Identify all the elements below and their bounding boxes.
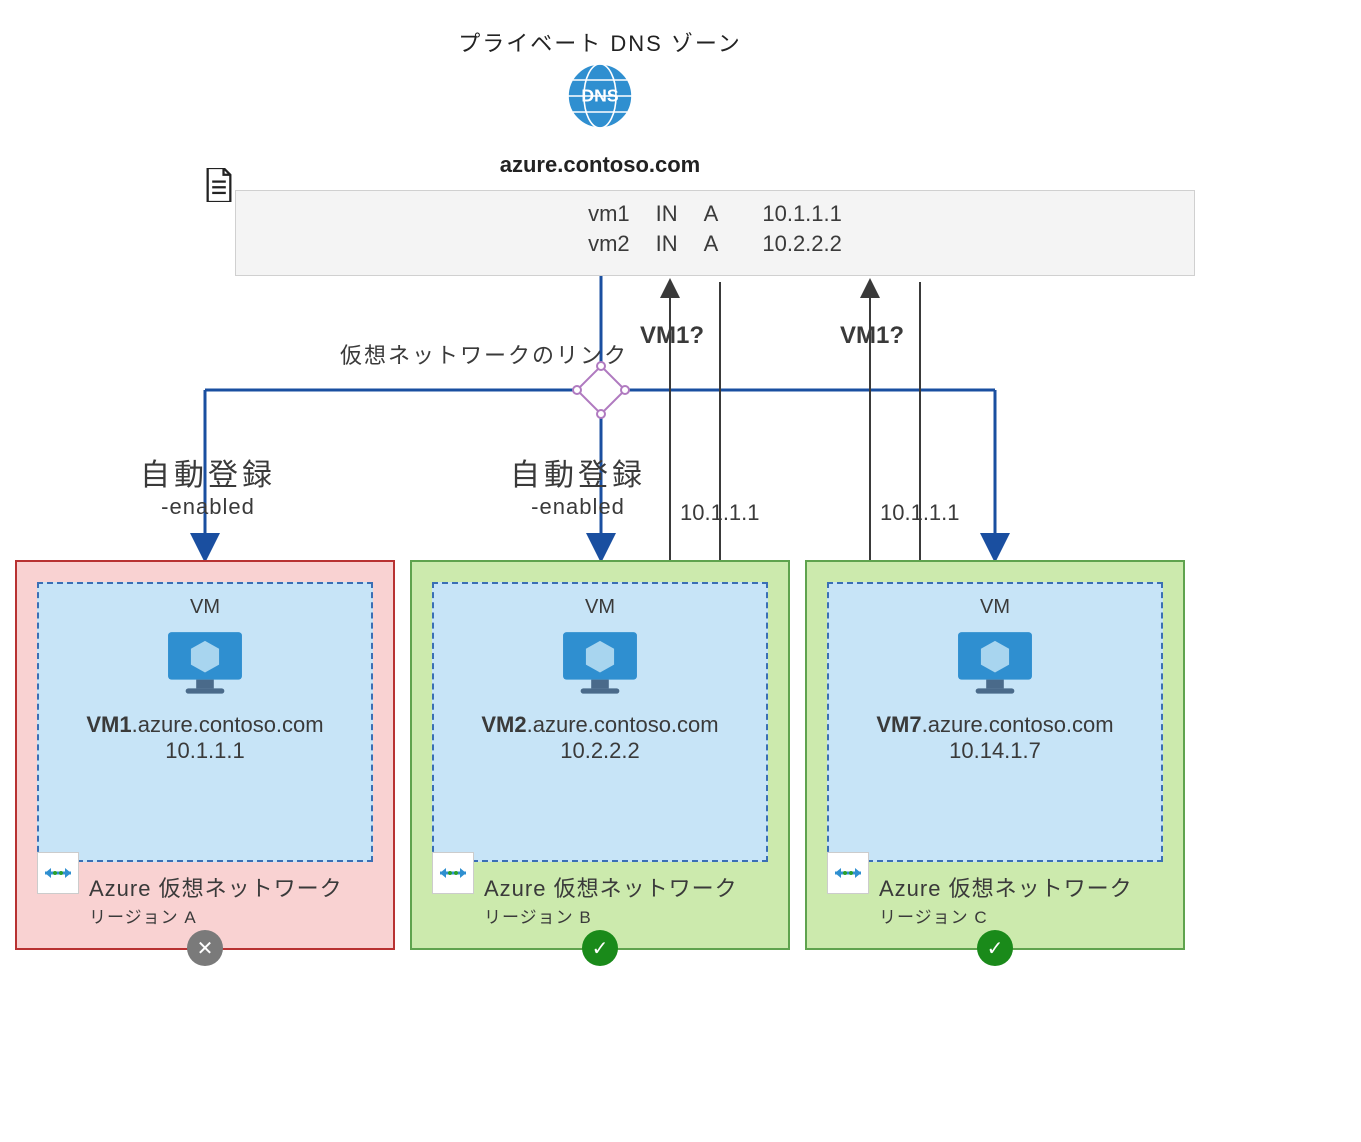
status-fail-icon: ✕ <box>187 930 223 966</box>
vnet-title: Azure 仮想ネットワーク <box>879 871 1133 903</box>
query-label-b: VM1? <box>640 322 704 350</box>
vm-icon <box>556 625 644 704</box>
vnet-title: Azure 仮想ネットワーク <box>484 871 738 903</box>
vnet-title: Azure 仮想ネットワーク <box>89 871 343 903</box>
record-class: IN <box>656 201 678 227</box>
vnet-region: リージョン B <box>484 903 738 928</box>
vm-fqdn-suffix: .azure.contoso.com <box>132 712 324 737</box>
vm-ip: 10.2.2.2 <box>560 738 640 764</box>
vm-generic-label: VM <box>980 596 1010 619</box>
svg-text:DNS: DNS <box>581 86 618 106</box>
answer-label-b: 10.1.1.1 <box>680 500 760 526</box>
vm-fqdn-suffix: .azure.contoso.com <box>527 712 719 737</box>
record-class: IN <box>656 231 678 257</box>
record-type: A <box>704 201 719 227</box>
record-value: 10.1.1.1 <box>762 201 842 227</box>
vnet-icon <box>432 852 474 894</box>
vnet-a: VM VM1.azure.contoso.com 10.1.1.1 Azure … <box>15 560 395 950</box>
autoregistration-label-a: 自動登録 -enabled <box>140 450 276 520</box>
vnet-region: リージョン C <box>879 903 1133 928</box>
status-ok-icon: ✓ <box>582 930 618 966</box>
vnet-icon <box>37 852 79 894</box>
diagram-canvas: プライベート DNS ゾーン DNS azure.contoso.com vm1… <box>0 0 1361 1142</box>
vnet-b: VM VM2.azure.contoso.com 10.2.2.2 Azure … <box>410 560 790 950</box>
vm-name: VM2 <box>481 712 526 737</box>
vm-box-b: VM VM2.azure.contoso.com 10.2.2.2 <box>432 582 768 862</box>
dns-domain-name: azure.contoso.com <box>0 152 1200 178</box>
record-value: 10.2.2.2 <box>762 231 842 257</box>
status-ok-icon: ✓ <box>977 930 1013 966</box>
vnet-region: リージョン A <box>89 903 343 928</box>
autoregistration-label-b: 自動登録 -enabled <box>510 450 646 520</box>
vm-name: VM1 <box>86 712 131 737</box>
vm-fqdn-suffix: .azure.contoso.com <box>922 712 1114 737</box>
vm-generic-label: VM <box>190 596 220 619</box>
vm-box-a: VM VM1.azure.contoso.com 10.1.1.1 <box>37 582 373 862</box>
dns-zone-title: プライベート DNS ゾーン <box>0 26 1200 58</box>
dns-icon: DNS <box>0 56 1200 141</box>
vm-ip: 10.1.1.1 <box>165 738 245 764</box>
vm-ip: 10.14.1.7 <box>949 738 1041 764</box>
answer-label-c: 10.1.1.1 <box>880 500 960 526</box>
link-node-icon <box>573 362 629 418</box>
vm-icon <box>951 625 1039 704</box>
record-name: vm2 <box>588 231 630 257</box>
vnet-icon <box>827 852 869 894</box>
record-name: vm1 <box>588 201 630 227</box>
vm-name: VM7 <box>876 712 921 737</box>
vnet-c: VM VM7.azure.contoso.com 10.14.1.7 Azure… <box>805 560 1185 950</box>
vm-generic-label: VM <box>585 596 615 619</box>
record-type: A <box>704 231 719 257</box>
vm-icon <box>161 625 249 704</box>
vm-box-c: VM VM7.azure.contoso.com 10.14.1.7 <box>827 582 1163 862</box>
document-icon <box>205 168 233 207</box>
dns-records-box: vm1 vm2 IN IN A A 10.1.1.1 10.2.2.2 <box>235 190 1195 276</box>
query-label-c: VM1? <box>840 322 904 350</box>
